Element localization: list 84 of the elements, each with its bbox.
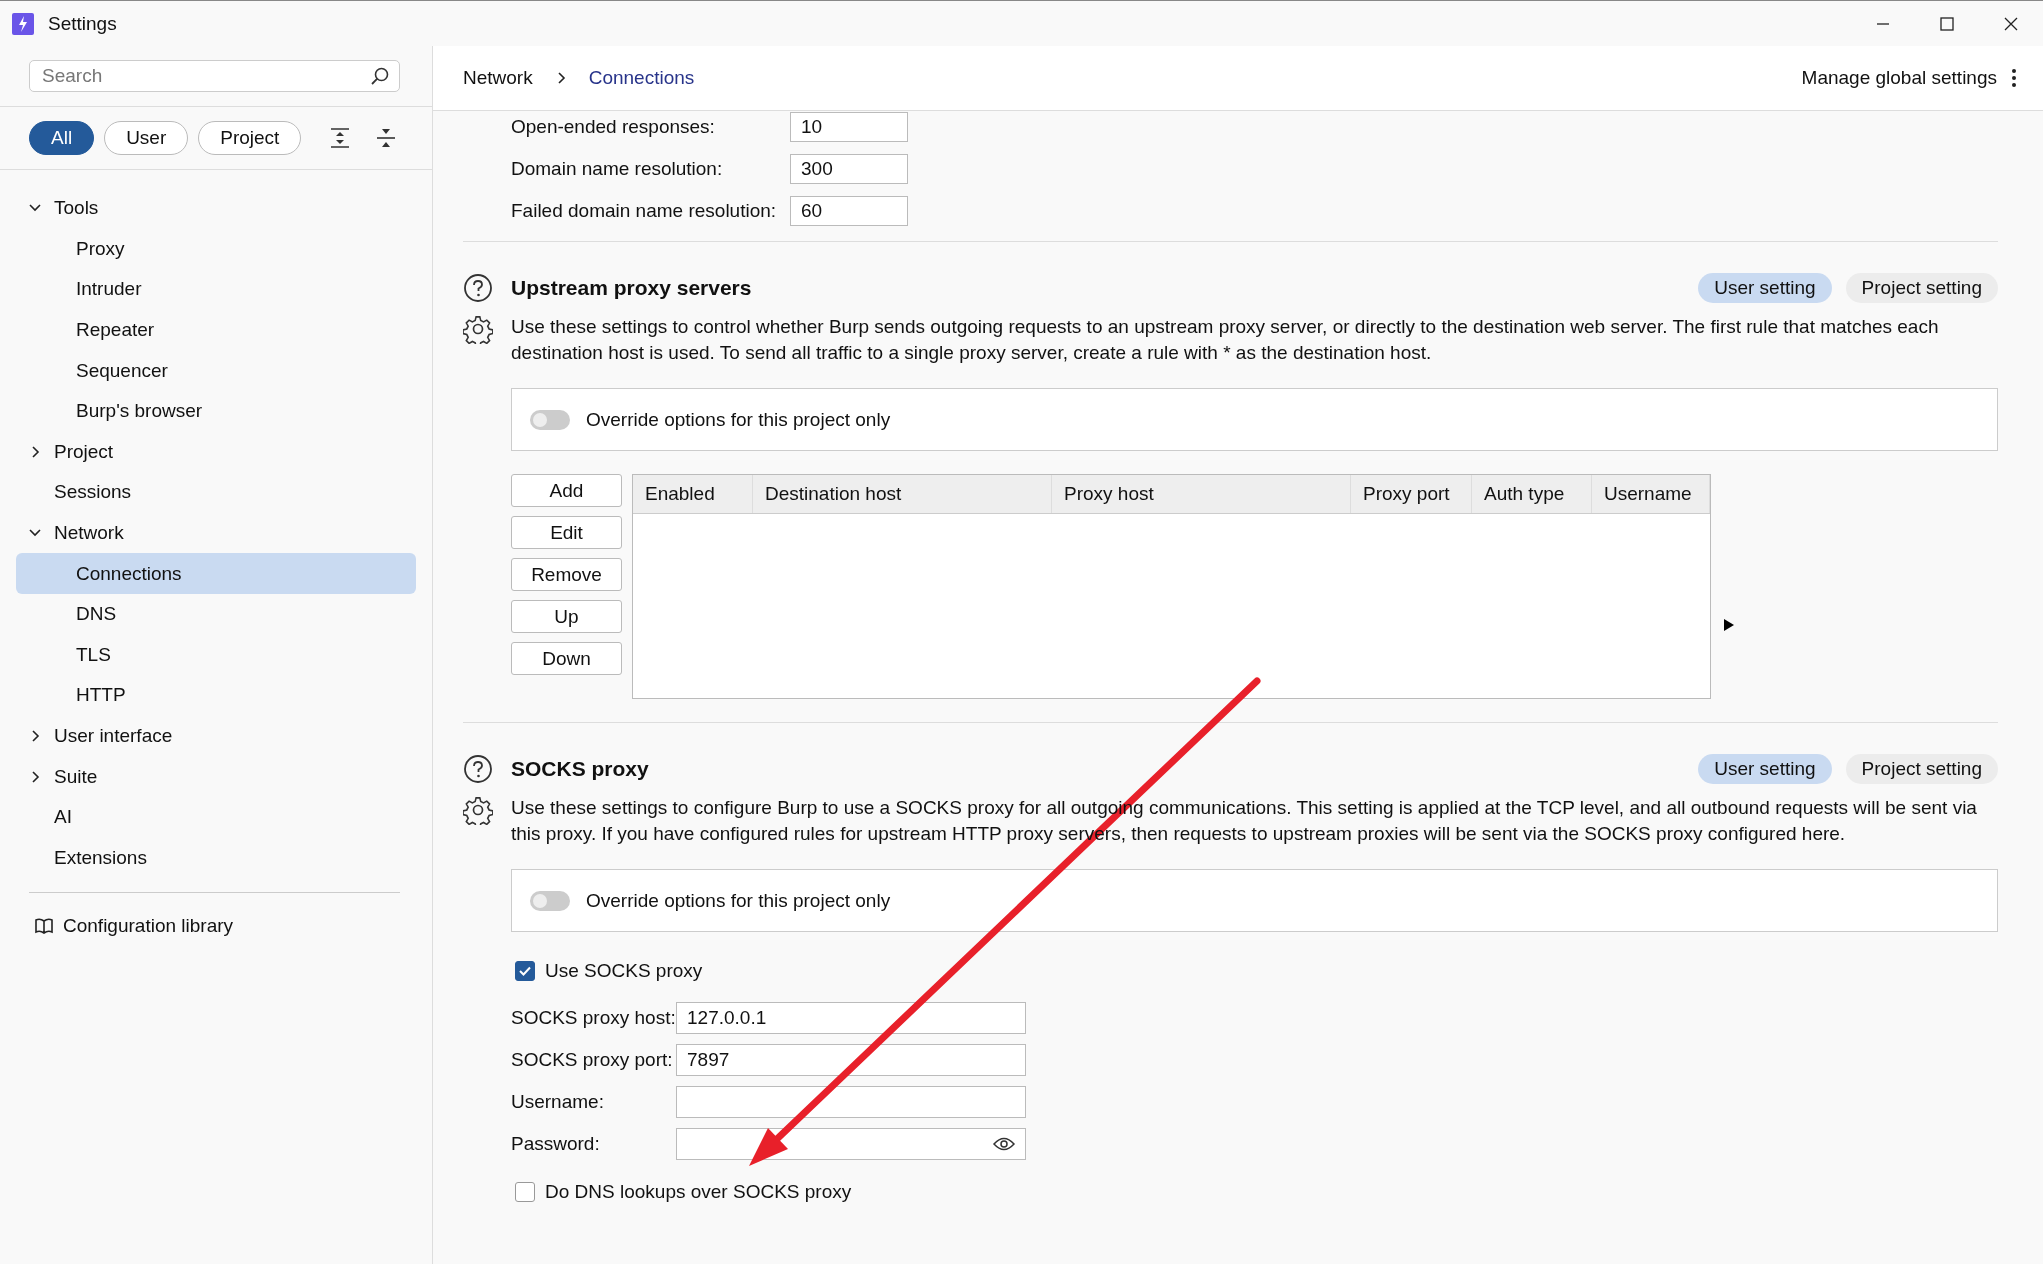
override-toggle[interactable] (530, 409, 570, 430)
checkmark-icon (518, 965, 532, 977)
section-title: Upstream proxy servers (511, 276, 752, 300)
tree-item[interactable]: HTTP (16, 675, 416, 716)
tree-item[interactable]: User interface (16, 715, 416, 757)
chevron-right-icon[interactable] (29, 444, 41, 459)
book-icon (35, 918, 53, 935)
field-label: SOCKS proxy port: (511, 1049, 674, 1071)
tree-item[interactable]: DNS (16, 593, 416, 635)
section-title: SOCKS proxy (511, 757, 649, 781)
field-label: Domain name resolution: (511, 158, 724, 180)
filter-chip[interactable]: Project (198, 121, 302, 155)
dns-checkbox[interactable] (515, 1182, 535, 1202)
chevron-right-icon[interactable] (29, 769, 41, 784)
manage-global-settings-link[interactable]: Manage global settings (1801, 67, 1997, 89)
column-header[interactable]: Username (1592, 475, 1710, 513)
more-options-icon[interactable] (2011, 68, 2017, 88)
list-button[interactable]: Edit (511, 516, 622, 549)
number-field[interactable]: 10 (790, 112, 908, 142)
search-icon[interactable] (370, 66, 390, 86)
checkbox-label: Do DNS lookups over SOCKS proxy (545, 1181, 852, 1203)
text-field[interactable]: 127.0.0.1 (676, 1002, 1026, 1034)
scope-tab[interactable]: User setting (1698, 754, 1832, 784)
text-field[interactable] (676, 1086, 1026, 1118)
list-button[interactable]: Add (511, 474, 622, 507)
field-label: Open-ended responses: (511, 116, 716, 138)
help-icon[interactable] (463, 273, 493, 303)
filter-chip[interactable]: All (29, 121, 95, 155)
collapse-all-icon[interactable] (375, 127, 398, 149)
tree-item[interactable]: Intruder (16, 269, 416, 310)
scope-tab[interactable]: Project setting (1845, 754, 1998, 784)
password-field[interactable] (676, 1128, 1026, 1160)
scope-tab[interactable]: User setting (1698, 273, 1832, 303)
tree-item[interactable]: AI (16, 796, 416, 838)
chevron-right-icon[interactable] (29, 729, 41, 743)
tree-item[interactable]: Sessions (16, 472, 416, 513)
tree-item[interactable]: Tools (16, 188, 416, 229)
column-header[interactable]: Auth type (1472, 475, 1592, 513)
override-label: Override options for this project only (586, 408, 891, 431)
eye-icon[interactable] (993, 1137, 1015, 1151)
breadcrumb-item[interactable]: Connections (588, 67, 695, 89)
column-header[interactable]: Proxy host (1052, 475, 1351, 513)
list-button[interactable]: Remove (511, 558, 622, 591)
configuration-library-link[interactable]: Configuration library (35, 915, 432, 938)
number-field[interactable]: 60 (790, 196, 908, 226)
breadcrumb-item[interactable]: Network (463, 67, 533, 89)
override-toggle[interactable] (530, 890, 570, 911)
field-label: Failed domain name resolution: (511, 200, 778, 222)
settings-icon[interactable] (463, 314, 493, 344)
expand-all-icon[interactable] (329, 127, 352, 149)
list-button[interactable]: Down (511, 642, 622, 675)
expand-triangle-icon[interactable] (1723, 618, 1735, 632)
tree-item[interactable]: Network (16, 512, 416, 554)
use-socks-checkbox[interactable] (515, 961, 535, 981)
filter-chip[interactable]: User (104, 121, 189, 155)
column-header[interactable]: Enabled (633, 475, 753, 513)
window-title: Settings (48, 12, 117, 35)
tree-item[interactable]: Repeater (16, 309, 416, 351)
app-logo-icon (12, 12, 34, 35)
column-header[interactable]: Proxy port (1351, 475, 1472, 513)
tree-item[interactable]: Burp's browser (16, 390, 416, 432)
tree-item[interactable]: Connections (16, 553, 416, 594)
text-field[interactable]: 7897 (676, 1044, 1026, 1076)
override-label: Override options for this project only (586, 889, 891, 912)
field-label: Password: (511, 1133, 601, 1155)
search-field[interactable]: Search (29, 60, 400, 92)
tree-item[interactable]: Proxy (16, 228, 416, 270)
number-field[interactable]: 300 (790, 154, 908, 184)
scope-tab[interactable]: Project setting (1845, 273, 1998, 303)
field-label: SOCKS proxy host: (511, 1007, 676, 1029)
list-button[interactable]: Up (511, 600, 622, 633)
tree-item[interactable]: Sequencer (16, 350, 416, 391)
section-description: Use these settings to control whether Burp sends outgoing requests to an upstream proxy server, or directly to the destination web server. The first rule that matches each destination host is used. To send all traffic to a single proxy server, create a rule with * as the destination host. (511, 315, 1940, 365)
maximize-icon[interactable] (1939, 15, 1955, 32)
column-header[interactable]: Destination host (753, 475, 1052, 513)
close-icon[interactable] (2003, 15, 2019, 32)
field-label: Username: (511, 1091, 605, 1113)
tree-item[interactable]: TLS (16, 634, 416, 676)
checkbox-label: Use SOCKS proxy (545, 960, 703, 982)
tree-item[interactable]: Extensions (16, 837, 416, 879)
settings-icon[interactable] (463, 795, 493, 825)
tree-item[interactable]: Suite (16, 756, 416, 797)
help-icon[interactable] (463, 754, 493, 784)
tree-item[interactable]: Project (16, 431, 416, 473)
